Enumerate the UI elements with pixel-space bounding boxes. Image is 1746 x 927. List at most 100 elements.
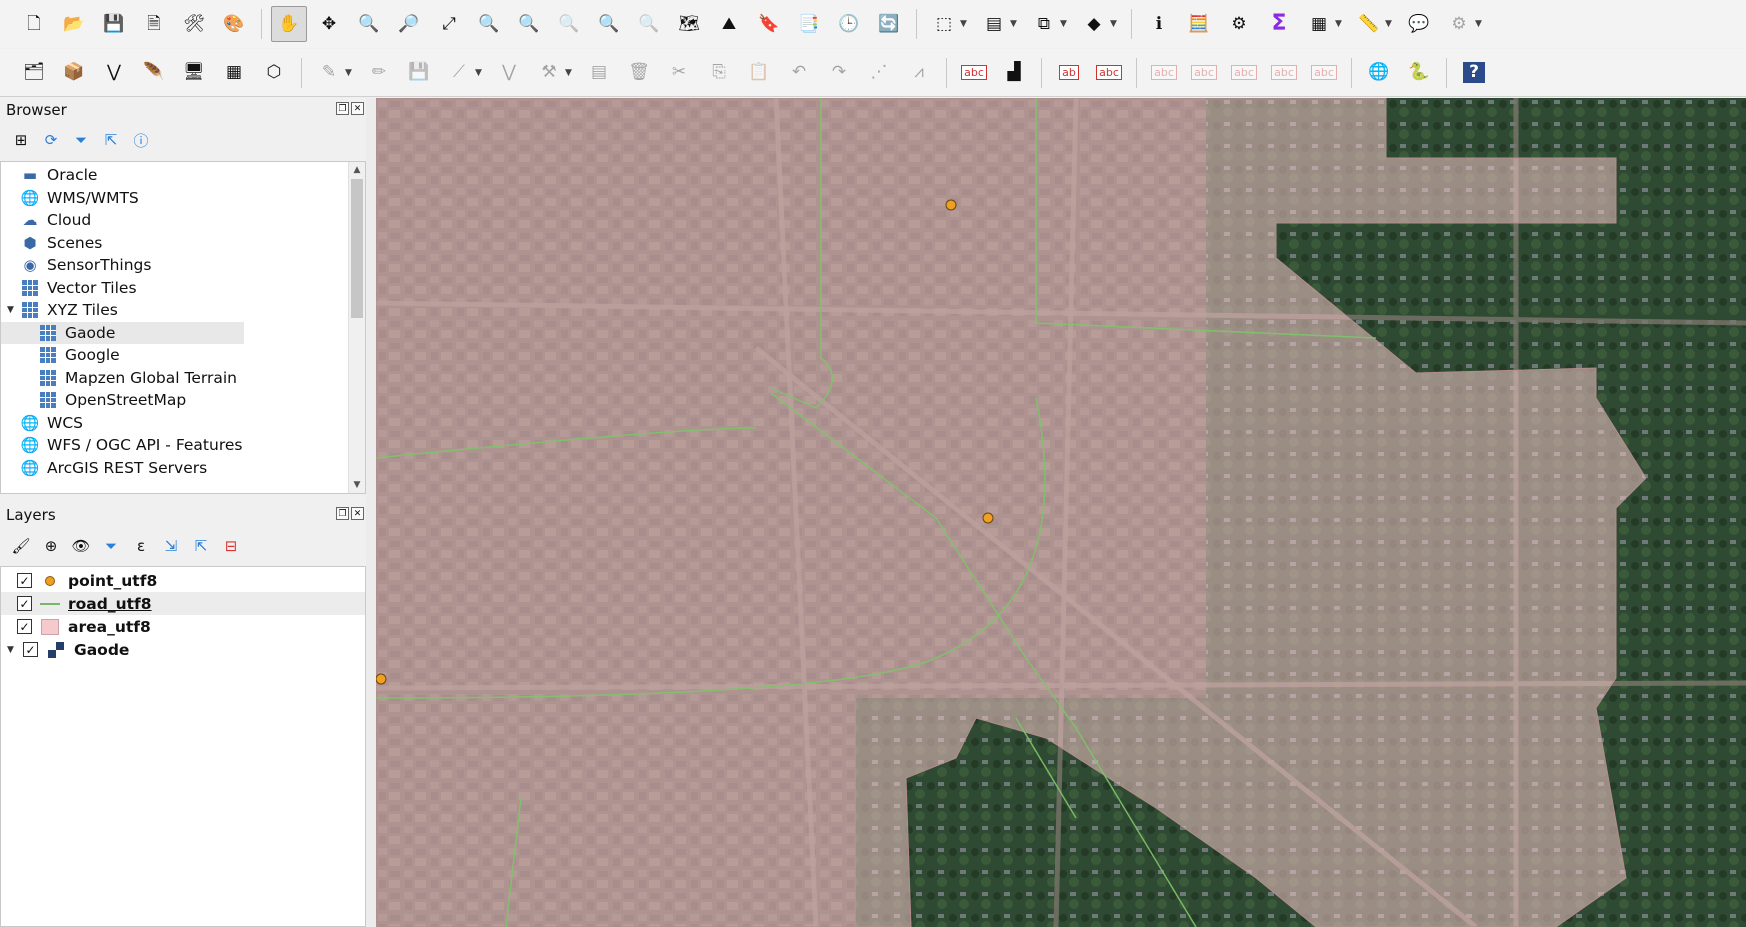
show-bookmarks-button[interactable]: 📑 (791, 6, 827, 42)
layer-visibility-checkbox[interactable]: ✓ (17, 573, 32, 588)
browser-item-arcgis-rest-servers[interactable]: 🌐 ArcGIS REST Servers (1, 457, 365, 480)
browser-item-vector-tiles[interactable]: Vector Tiles (1, 277, 365, 300)
layer-visibility-checkbox[interactable]: ✓ (17, 619, 32, 634)
new-temporary-layer-button[interactable]: 🪶 (136, 55, 172, 91)
data-source-manager-button[interactable]: 🗂 (16, 55, 52, 91)
undo-button[interactable]: ↶ (781, 55, 817, 91)
layout-manager-button[interactable]: 🛠 (176, 6, 212, 42)
move-label-button[interactable]: abc (1146, 55, 1182, 91)
toolbox-button[interactable]: ⚙ (1221, 6, 1257, 42)
label-properties-button[interactable]: abc (1266, 55, 1302, 91)
layer-row-area-utf8[interactable]: ✓ area_utf8 (1, 615, 365, 638)
browser-item-sensorthings[interactable]: ◉ SensorThings (1, 254, 365, 277)
vertex-tool-button[interactable]: ⋁ (491, 55, 527, 91)
browser-item-scenes[interactable]: ⬢ Scenes (1, 232, 365, 255)
new-mesh-layer-button[interactable]: ▦ (216, 55, 252, 91)
properties-info-icon[interactable]: ⓘ (128, 127, 154, 153)
collapse-arrow-icon[interactable]: ▼ (7, 645, 21, 655)
open-project-button[interactable]: 📂 (56, 6, 92, 42)
pan-map-button[interactable]: ✋ (271, 6, 307, 42)
options-button[interactable]: ⚙ (1441, 6, 1477, 42)
save-layer-edits-button[interactable]: 💾 (401, 55, 437, 91)
map-canvas[interactable] (376, 98, 1746, 927)
help-button[interactable]: ? (1456, 55, 1492, 91)
label-tool-button[interactable]: abc (956, 55, 992, 91)
browser-item-mapzen-global-terrain[interactable]: Mapzen Global Terrain (1, 367, 365, 390)
expand-all-icon[interactable]: ⇲ (158, 533, 184, 559)
edit-attributes-button[interactable]: ▤ (581, 55, 617, 91)
attribute-table-button[interactable]: ▦ (1301, 6, 1337, 42)
new-geopackage-layer-button[interactable]: 📦 (56, 55, 92, 91)
float-panel-icon[interactable]: ❐ (336, 102, 349, 115)
browser-item-openstreetmap[interactable]: OpenStreetMap (1, 389, 365, 412)
new-3d-map-view-button[interactable]: ⛰ (711, 6, 747, 42)
browser-item-cloud[interactable]: ☁ Cloud (1, 209, 365, 232)
current-edits-button[interactable]: ✎ (311, 55, 347, 91)
map-tips-button[interactable]: 💬 (1401, 6, 1437, 42)
digitize-shape-button[interactable]: ⋰ (861, 55, 897, 91)
filter-legend-icon[interactable]: ⏷ (98, 533, 124, 559)
zoom-in-button[interactable]: 🔍 (351, 6, 387, 42)
zoom-out-button[interactable]: 🔎 (391, 6, 427, 42)
new-map-view-button[interactable]: 🗺 (671, 6, 707, 42)
filter-browser-icon[interactable]: ⏷ (68, 127, 94, 153)
new-project-button[interactable]: 🗋 (16, 6, 52, 42)
select-by-value-button[interactable]: ▤ (976, 6, 1012, 42)
browser-item-oracle[interactable]: ▬ Oracle (1, 164, 365, 187)
scroll-up-icon[interactable]: ▲ (349, 162, 365, 178)
scroll-down-icon[interactable]: ▼ (349, 477, 365, 493)
show-hide-labels-button[interactable]: abc (1091, 55, 1127, 91)
browser-item-wms-wmts[interactable]: 🌐 WMS/WMTS (1, 187, 365, 210)
deselect-features-button[interactable]: ⧉ (1026, 6, 1062, 42)
modify-attributes-button[interactable]: ⚒ (531, 55, 567, 91)
remove-layer-icon[interactable]: ⊟ (218, 533, 244, 559)
float-panel-icon[interactable]: ❐ (336, 507, 349, 520)
scrollbar-thumb[interactable] (351, 179, 363, 318)
select-features-button[interactable]: ⬚ (926, 6, 962, 42)
browser-item-google[interactable]: Google (1, 344, 365, 367)
move-diagram-button[interactable]: abc (1306, 55, 1342, 91)
rotate-label-button[interactable]: abc (1186, 55, 1222, 91)
new-bookmark-button[interactable]: 🔖 (751, 6, 787, 42)
filter-by-expression-icon[interactable]: ε (128, 533, 154, 559)
delete-selected-button[interactable]: 🗑 (621, 55, 657, 91)
temporal-controller-button[interactable]: 🕒 (831, 6, 867, 42)
refresh-button[interactable]: 🔄 (871, 6, 907, 42)
redo-button[interactable]: ↷ (821, 55, 857, 91)
close-panel-icon[interactable]: ✕ (351, 102, 364, 115)
open-layer-styling-icon[interactable]: 🖌 (8, 533, 34, 559)
zoom-to-selection-button[interactable]: 🔍 (471, 6, 507, 42)
statistical-summary-button[interactable]: Σ (1261, 6, 1297, 42)
style-manager-button[interactable]: 🎨 (216, 6, 252, 42)
new-vector-tile-layer-button[interactable]: ⬡ (256, 55, 292, 91)
layer-visibility-checkbox[interactable]: ✓ (23, 642, 38, 657)
layer-visibility-checkbox[interactable]: ✓ (17, 596, 32, 611)
select-by-location-button[interactable]: ◆ (1076, 6, 1112, 42)
save-project-button[interactable]: 💾 (96, 6, 132, 42)
browser-item-xyz-tiles[interactable]: ▼ XYZ Tiles (1, 299, 365, 322)
pin-labels-button[interactable]: ab (1051, 55, 1087, 91)
advanced-digitizing-button[interactable]: ⩘ (901, 55, 937, 91)
collapse-arrow-icon[interactable]: ▼ (7, 305, 19, 315)
new-virtual-layer-button[interactable]: 🖥 (176, 55, 212, 91)
collapse-all-icon[interactable]: ⇱ (98, 127, 124, 153)
cut-features-button[interactable]: ✂ (661, 55, 697, 91)
change-label-button[interactable]: abc (1226, 55, 1262, 91)
collapse-all-layers-icon[interactable]: ⇱ (188, 533, 214, 559)
refresh-browser-icon[interactable]: ⟳ (38, 127, 64, 153)
copy-features-button[interactable]: ⎘ (701, 55, 737, 91)
browser-item-gaode[interactable]: Gaode (1, 321, 244, 344)
close-panel-icon[interactable]: ✕ (351, 507, 364, 520)
manage-visibility-icon[interactable]: 👁 (68, 533, 94, 559)
layer-row-road-utf8[interactable]: ✓ road_utf8 (1, 592, 365, 615)
open-field-calculator-button[interactable]: 🧮 (1181, 6, 1217, 42)
measure-line-button[interactable]: 📏 (1351, 6, 1387, 42)
add-layers-icon[interactable]: ⊞ (8, 127, 34, 153)
layer-row-gaode[interactable]: ▼ ✓ Gaode (1, 638, 365, 661)
zoom-next-button[interactable]: 🔍 (631, 6, 667, 42)
zoom-full-button[interactable]: ⤢ (431, 6, 467, 42)
paste-features-button[interactable]: 📋 (741, 55, 777, 91)
zoom-last-button[interactable]: 🔍 (591, 6, 627, 42)
python-console-button[interactable]: 🐍 (1401, 55, 1437, 91)
browser-item-wcs[interactable]: 🌐 WCS (1, 412, 365, 435)
